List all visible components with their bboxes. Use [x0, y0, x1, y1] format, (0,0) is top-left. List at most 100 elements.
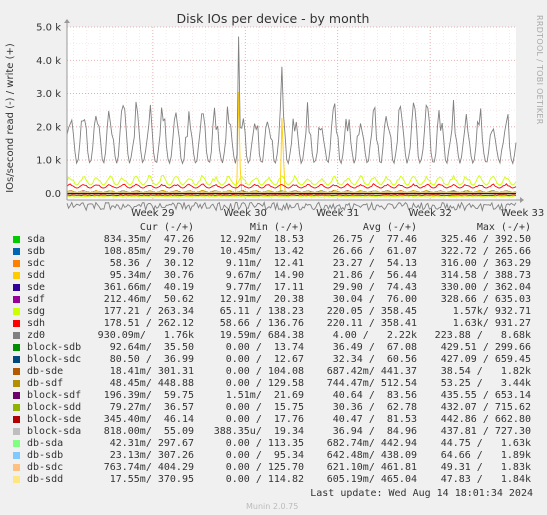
- legend-min: 12.92m/ 18.53: [219, 234, 304, 245]
- legend-max: 328.66 / 635.03: [440, 294, 531, 305]
- legend-avg: 23.27 / 54.13: [332, 258, 417, 269]
- legend-swatch: [13, 344, 20, 351]
- legend-avg: 605.19m/ 465.04: [326, 474, 417, 485]
- legend-row-db-sdd: db-sdd 17.55m/ 370.95 0.00 / 114.82 605.1…: [0, 474, 547, 486]
- legend-name: block-sdc: [27, 354, 82, 365]
- legend-min: 0.00 / 12.67: [219, 354, 304, 365]
- legend-max: 322.72 / 265.66: [440, 246, 531, 257]
- legend-max: 47.83 / 1.84k: [440, 474, 531, 485]
- legend-min: 0.00 / 125.70: [219, 462, 304, 473]
- legend-max: 1.57k/ 932.71: [452, 306, 531, 317]
- legend-row-db-sdc: db-sdc 763.74m/ 404.29 0.00 / 125.70 621.1…: [0, 462, 547, 474]
- legend-row-block-sdb: block-sdb 92.64m/ 35.50 0.00 / 13.74 36.4…: [0, 342, 547, 354]
- legend-header: Cur (-/+) Min (-/+) Avg (-/+) Max (-/+): [0, 222, 547, 234]
- legend-avg: 30.04 / 76.00: [332, 294, 417, 305]
- legend-avg: 40.64 / 83.56: [332, 390, 417, 401]
- legend-cur: 95.34m/ 30.76: [103, 270, 194, 281]
- legend-min: 0.00 / 114.82: [219, 474, 304, 485]
- y-axis-arrow: [64, 19, 70, 23]
- legend-row-db-sde: db-sde 18.41m/ 301.31 0.00 / 104.08 687.4…: [0, 366, 547, 378]
- legend-min: 0.00 / 113.35: [219, 438, 304, 449]
- last-update: Last update: Wed Aug 14 18:01:34 2024: [310, 488, 533, 499]
- legend-name: db-sdc: [27, 462, 64, 473]
- legend-max: 427.09 / 659.45: [440, 354, 531, 365]
- legend-min: 0.00 / 15.75: [219, 402, 304, 413]
- legend-max: 432.07 / 715.62: [440, 402, 531, 413]
- y-tick-label: 2.0 k: [36, 122, 61, 133]
- legend-max: 223.88 / 8.68k: [434, 330, 531, 341]
- legend-max: 435.55 / 653.14: [440, 390, 531, 401]
- x-tick-label: Week 33: [501, 208, 544, 219]
- legend-name: sdd: [27, 270, 46, 281]
- y-tick-label: 5.0 k: [36, 23, 61, 34]
- legend-avg: 29.90 / 74.43: [332, 282, 417, 293]
- legend-row-sde: sde 361.66m/ 40.19 9.77m/ 17.11 29.90 / 74…: [0, 282, 547, 294]
- legend-avg: 4.00 / 2.22k: [332, 330, 417, 341]
- legend-max: 38.54 / 1.82k: [440, 366, 531, 377]
- legend-swatch: [13, 440, 20, 447]
- x-tick-label: Week 31: [316, 208, 359, 219]
- legend-row-sdd: sdd 95.34m/ 30.76 9.67m/ 14.90 21.86 / 56…: [0, 270, 547, 282]
- legend-name: sde: [27, 282, 46, 293]
- legend-swatch: [13, 332, 20, 339]
- legend-cur: 17.55m/ 370.95: [103, 474, 194, 485]
- legend-swatch: [13, 284, 20, 291]
- legend-cur: 212.46m/ 50.62: [103, 294, 194, 305]
- legend-avg: 220.05 / 358.45: [326, 306, 417, 317]
- legend-row-block-sda: block-sda 818.00m/ 55.09 388.35u/ 19.34 36.…: [0, 426, 547, 438]
- legend-min: 388.35u/ 19.34: [213, 426, 304, 437]
- legend-max: 49.31 / 1.83k: [440, 462, 531, 473]
- legend-name: block-sdb: [27, 342, 82, 353]
- legend-max: 53.25 / 3.44k: [440, 378, 531, 389]
- legend-name: block-sdf: [27, 390, 82, 401]
- legend-cur: 18.41m/ 301.31: [103, 366, 194, 377]
- legend-avg: 21.86 / 56.44: [332, 270, 417, 281]
- legend-avg: 26.66 / 61.07: [332, 246, 417, 257]
- legend-cur: 834.35m/ 47.26: [103, 234, 194, 245]
- legend-row-block-sdf: block-sdf 196.39m/ 59.75 1.51m/ 21.69 40.6…: [0, 390, 547, 402]
- legend-name: db-sde: [27, 366, 64, 377]
- legend-swatch: [13, 416, 20, 423]
- legend-min: 10.45m/ 13.42: [219, 246, 304, 257]
- legend-name: db-sda: [27, 438, 64, 449]
- legend-min: 0.00 / 17.76: [219, 414, 304, 425]
- x-tick-label: Week 29: [131, 208, 174, 219]
- legend-min: 9.11m/ 12.41: [219, 258, 304, 269]
- legend-name: db-sdd: [27, 474, 64, 485]
- legend-max: 1.63k/ 931.27: [452, 318, 531, 329]
- legend-min: 12.91m/ 20.38: [219, 294, 304, 305]
- legend-min: 9.77m/ 17.11: [219, 282, 304, 293]
- legend-row-db-sdb: db-sdb 23.13m/ 307.26 0.00 / 95.34 642.48…: [0, 450, 547, 462]
- legend-avg: 36.49 / 67.08: [332, 342, 417, 353]
- legend-name: sdf: [27, 294, 46, 305]
- legend-cur: 80.50 / 36.99: [103, 354, 194, 365]
- legend-cur: 178.51 / 262.12: [103, 318, 194, 329]
- legend-cur: 345.40m/ 46.14: [103, 414, 194, 425]
- legend-swatch: [13, 464, 20, 471]
- legend-max: 314.58 / 388.73: [440, 270, 531, 281]
- legend-cur: 48.45m/ 448.88: [103, 378, 194, 389]
- legend-swatch: [13, 476, 20, 483]
- legend-name: sdb: [27, 246, 46, 257]
- legend-max: 442.86 / 662.80: [440, 414, 531, 425]
- legend-min: 58.66 / 136.76: [219, 318, 304, 329]
- legend-cur: 92.64m/ 35.50: [103, 342, 194, 353]
- legend-row-sdh: sdh 178.51 / 262.12 58.66 / 136.76 220.11 /…: [0, 318, 547, 330]
- chart: Disk IOs per device - by month IOs/secon…: [5, 11, 544, 219]
- legend-cur: 930.09m/ 1.76k: [97, 330, 194, 341]
- legend-name: db-sdb: [27, 450, 64, 461]
- legend-name: sdh: [27, 318, 46, 329]
- legend-swatch: [13, 320, 20, 327]
- legend-min: 65.11 / 138.23: [219, 306, 304, 317]
- legend-cur: 58.36 / 30.12: [103, 258, 194, 269]
- munin-version: Munin 2.0.75: [246, 502, 299, 511]
- legend-cur: 818.00m/ 55.09: [103, 426, 194, 437]
- legend-min: 0.00 / 13.74: [219, 342, 304, 353]
- legend-row-sdb: sdb 108.85m/ 29.70 10.45m/ 13.42 26.66 / 61…: [0, 246, 547, 258]
- legend-name: db-sdf: [27, 378, 64, 389]
- legend-max: 316.00 / 363.29: [440, 258, 531, 269]
- legend-max: 429.51 / 299.66: [440, 342, 531, 353]
- y-tick-label: 3.0 k: [36, 89, 61, 100]
- y-tick-label: 0.0: [45, 189, 61, 200]
- plot-area: [67, 27, 516, 200]
